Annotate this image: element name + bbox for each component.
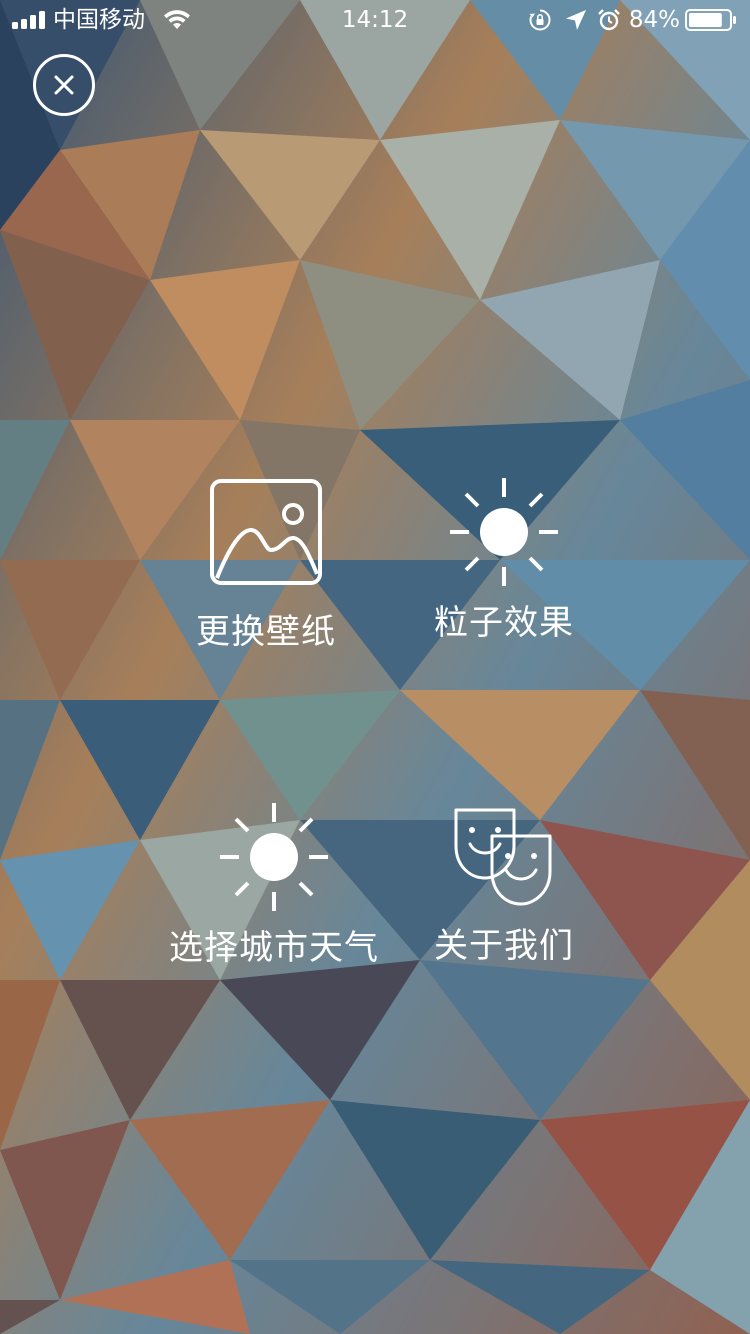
theater-masks-icon <box>454 808 552 906</box>
battery-percent: 84% <box>628 7 680 33</box>
background-wallpaper <box>0 0 750 1334</box>
rotation-lock-icon <box>529 9 551 31</box>
battery-icon <box>685 9 736 31</box>
menu-item-about-us[interactable]: 关于我们 <box>384 806 624 968</box>
sun-icon <box>220 803 328 911</box>
menu-item-particle-effects[interactable]: 粒子效果 <box>384 475 624 645</box>
close-button[interactable] <box>32 53 96 117</box>
menu-item-label: 更换壁纸 <box>196 612 336 652</box>
menu-item-label: 选择城市天气 <box>169 928 379 968</box>
image-icon <box>210 479 322 585</box>
menu-item-label: 粒子效果 <box>434 603 574 643</box>
menu-item-select-city-weather[interactable]: 选择城市天气 <box>154 800 394 970</box>
status-bar: 中国移动 14:12 84% <box>0 0 750 40</box>
location-arrow-icon <box>566 10 586 30</box>
alarm-clock-icon <box>598 9 620 31</box>
menu-item-change-wallpaper[interactable]: 更换壁纸 <box>146 478 386 654</box>
menu-item-label: 关于我们 <box>434 926 574 966</box>
sun-icon <box>450 478 558 586</box>
close-icon <box>54 75 74 95</box>
